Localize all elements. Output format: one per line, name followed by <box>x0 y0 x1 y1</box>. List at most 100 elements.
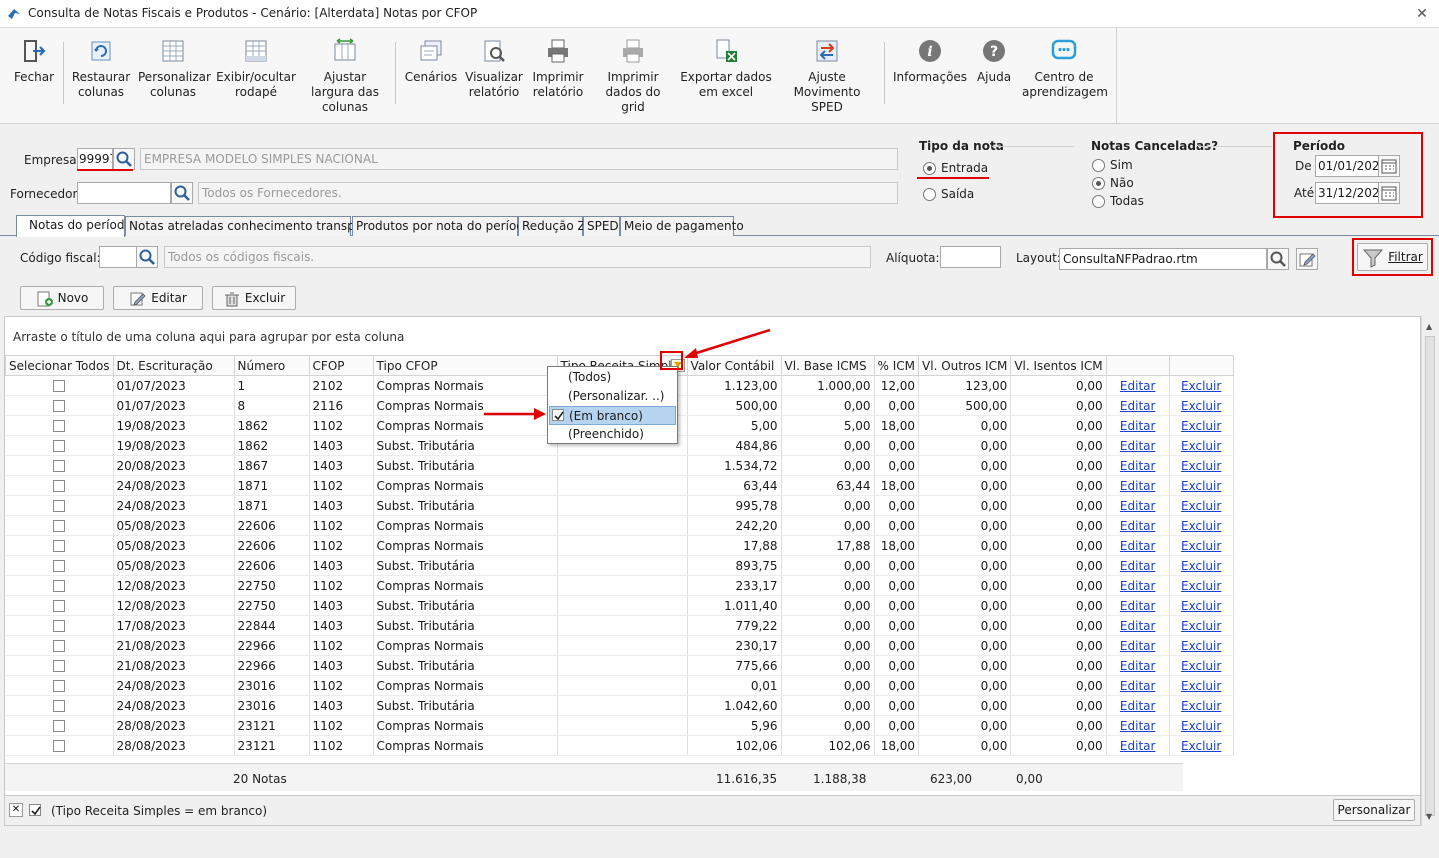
layout-edit-button[interactable] <box>1296 248 1318 270</box>
toolbar-button-ajustar-largura[interactable]: Ajustar largura das colunas <box>302 34 388 118</box>
table-row[interactable]: 12/08/2023 22750 1403 Subst. Tributária 1.01… <box>5 595 1234 616</box>
column-header-aliquota-icms[interactable]: % ICM <box>873 355 920 376</box>
row-edit-link[interactable]: Editar <box>1120 579 1156 593</box>
row-delete-link[interactable]: Excluir <box>1181 379 1221 393</box>
table-row[interactable]: 24/08/2023 23016 1102 Compras Normais 0,01 0,… <box>5 675 1234 696</box>
row-edit-link[interactable]: Editar <box>1120 539 1156 553</box>
row-select-checkbox[interactable] <box>53 580 66 592</box>
aliquota-input[interactable] <box>940 246 1001 268</box>
novo-button[interactable]: Novo <box>20 286 104 310</box>
toolbar-button-informacoes[interactable]: i Informações <box>893 34 967 118</box>
row-delete-link[interactable]: Excluir <box>1181 739 1221 753</box>
row-edit-link[interactable]: Editar <box>1120 639 1156 653</box>
row-delete-link[interactable]: Excluir <box>1181 539 1221 553</box>
row-select-checkbox[interactable] <box>53 720 66 732</box>
toolbar-button-cenarios[interactable]: Cenários <box>402 34 460 118</box>
tab-sped[interactable]: SPED <box>583 216 620 236</box>
row-edit-link[interactable]: Editar <box>1120 419 1156 433</box>
toolbar-button-imprimir-grid[interactable]: Imprimir dados do grid <box>594 34 672 118</box>
row-delete-link[interactable]: Excluir <box>1181 719 1221 733</box>
ate-date-input[interactable]: 31/12/2023 <box>1315 182 1379 204</box>
toolbar-button-ajuda[interactable]: ? Ajuda <box>972 34 1016 118</box>
row-select-checkbox[interactable] <box>53 740 66 752</box>
clear-filter-button[interactable]: ✕ <box>9 803 23 817</box>
row-delete-link[interactable]: Excluir <box>1181 659 1221 673</box>
table-row[interactable]: 21/08/2023 22966 1102 Compras Normais 230,17… <box>5 635 1234 656</box>
table-row[interactable]: 05/08/2023 22606 1403 Subst. Tributária 893,… <box>5 555 1234 576</box>
row-edit-link[interactable]: Editar <box>1120 519 1156 533</box>
codigo-fiscal-search-button[interactable] <box>136 246 158 268</box>
radio-nao[interactable] <box>1092 177 1105 190</box>
row-delete-link[interactable]: Excluir <box>1181 439 1221 453</box>
row-select-checkbox[interactable] <box>53 380 66 392</box>
row-edit-link[interactable]: Editar <box>1120 659 1156 673</box>
row-select-checkbox[interactable] <box>53 400 66 412</box>
row-select-checkbox[interactable] <box>53 560 66 572</box>
toolbar-button-centro-aprendizagem[interactable]: Centro de aprendizagem <box>1022 34 1108 118</box>
row-select-checkbox[interactable] <box>53 480 66 492</box>
row-delete-link[interactable]: Excluir <box>1181 679 1221 693</box>
radio-sim[interactable] <box>1092 159 1105 172</box>
column-header-dt-escrituracao[interactable]: Dt. Escrituração <box>112 355 235 376</box>
row-edit-link[interactable]: Editar <box>1120 699 1156 713</box>
filter-option-personalizar[interactable]: (Personalizar. ..) <box>549 387 676 406</box>
column-header-isentos-icms[interactable]: Vl. Isentos ICM <box>1010 355 1107 376</box>
radio-saida[interactable] <box>923 188 936 201</box>
personalizar-button[interactable]: Personalizar ... <box>1333 799 1415 837</box>
table-row[interactable]: 20/08/2023 1867 1403 Subst. Tributária 1.534… <box>5 455 1234 476</box>
codigo-fiscal-input[interactable] <box>99 246 137 268</box>
row-select-checkbox[interactable] <box>53 500 66 512</box>
scroll-down-arrow[interactable]: ▼ <box>1426 812 1432 821</box>
table-row[interactable]: 12/08/2023 22750 1102 Compras Normais 233,17… <box>5 575 1234 596</box>
table-row[interactable]: 21/08/2023 22966 1403 Subst. Tributária 775,… <box>5 655 1234 676</box>
row-delete-link[interactable]: Excluir <box>1181 399 1221 413</box>
layout-search-button[interactable] <box>1267 248 1289 270</box>
toolbar-button-visualizar-relatorio[interactable]: Visualizar relatório <box>464 34 524 118</box>
row-delete-link[interactable]: Excluir <box>1181 479 1221 493</box>
filter-active-checkbox[interactable] <box>29 804 41 816</box>
excluir-button[interactable]: Excluir <box>212 286 296 310</box>
group-by-area[interactable]: Arraste o título de uma coluna aqui para… <box>5 317 1420 355</box>
table-row[interactable]: 05/08/2023 22606 1102 Compras Normais 17,88 1… <box>5 535 1234 556</box>
row-delete-link[interactable]: Excluir <box>1181 639 1221 653</box>
tab-notas-do-periodo[interactable]: Notas do período <box>16 215 132 237</box>
row-edit-link[interactable]: Editar <box>1120 559 1156 573</box>
row-edit-link[interactable]: Editar <box>1120 439 1156 453</box>
table-row[interactable]: 28/08/2023 23121 1102 Compras Normais 102,06… <box>5 735 1234 756</box>
fornecedor-search-button[interactable] <box>171 182 193 204</box>
table-row[interactable]: 05/08/2023 22606 1102 Compras Normais 242,20… <box>5 515 1234 536</box>
empresa-code-input[interactable]: 99997 <box>77 148 113 170</box>
row-edit-link[interactable]: Editar <box>1120 619 1156 633</box>
row-delete-link[interactable]: Excluir <box>1181 499 1221 513</box>
row-select-checkbox[interactable] <box>53 540 66 552</box>
scroll-up-arrow[interactable]: ▲ <box>1426 322 1432 331</box>
toolbar-button-restaurar-colunas[interactable]: Restaurar colunas <box>70 34 132 118</box>
row-edit-link[interactable]: Editar <box>1120 739 1156 753</box>
column-header-selecionar-todos[interactable]: Selecionar Todos <box>5 355 114 376</box>
filter-option-em-branco[interactable]: (Em branco) <box>549 406 676 425</box>
row-select-checkbox[interactable] <box>53 700 66 712</box>
filter-option-checkbox[interactable] <box>552 409 564 421</box>
row-edit-link[interactable]: Editar <box>1120 499 1156 513</box>
row-select-checkbox[interactable] <box>53 420 66 432</box>
de-calendar-button[interactable] <box>1378 155 1400 177</box>
row-edit-link[interactable]: Editar <box>1120 379 1156 393</box>
radio-todas[interactable] <box>1092 195 1105 208</box>
toolbar-button-fechar[interactable]: Fechar <box>10 34 58 118</box>
table-row[interactable]: 24/08/2023 1871 1102 Compras Normais 63,44 63… <box>5 475 1234 496</box>
column-header-valor-contabil[interactable]: Valor Contábil <box>686 355 782 376</box>
row-edit-link[interactable]: Editar <box>1120 599 1156 613</box>
column-header-tipo-cfop[interactable]: Tipo CFOP <box>372 355 558 376</box>
toolbar-button-imprimir-relatorio[interactable]: Imprimir relatório <box>528 34 588 118</box>
toolbar-button-exportar-excel[interactable]: Exportar dados em excel <box>680 34 772 118</box>
fornecedor-code-input[interactable] <box>77 182 171 204</box>
row-delete-link[interactable]: Excluir <box>1181 519 1221 533</box>
row-delete-link[interactable]: Excluir <box>1181 419 1221 433</box>
row-edit-link[interactable]: Editar <box>1120 399 1156 413</box>
row-select-checkbox[interactable] <box>53 520 66 532</box>
radio-entrada[interactable] <box>923 162 936 175</box>
row-delete-link[interactable]: Excluir <box>1181 579 1221 593</box>
row-edit-link[interactable]: Editar <box>1120 459 1156 473</box>
editar-button[interactable]: Editar <box>113 286 203 310</box>
de-date-input[interactable]: 01/01/2023 <box>1315 155 1379 177</box>
